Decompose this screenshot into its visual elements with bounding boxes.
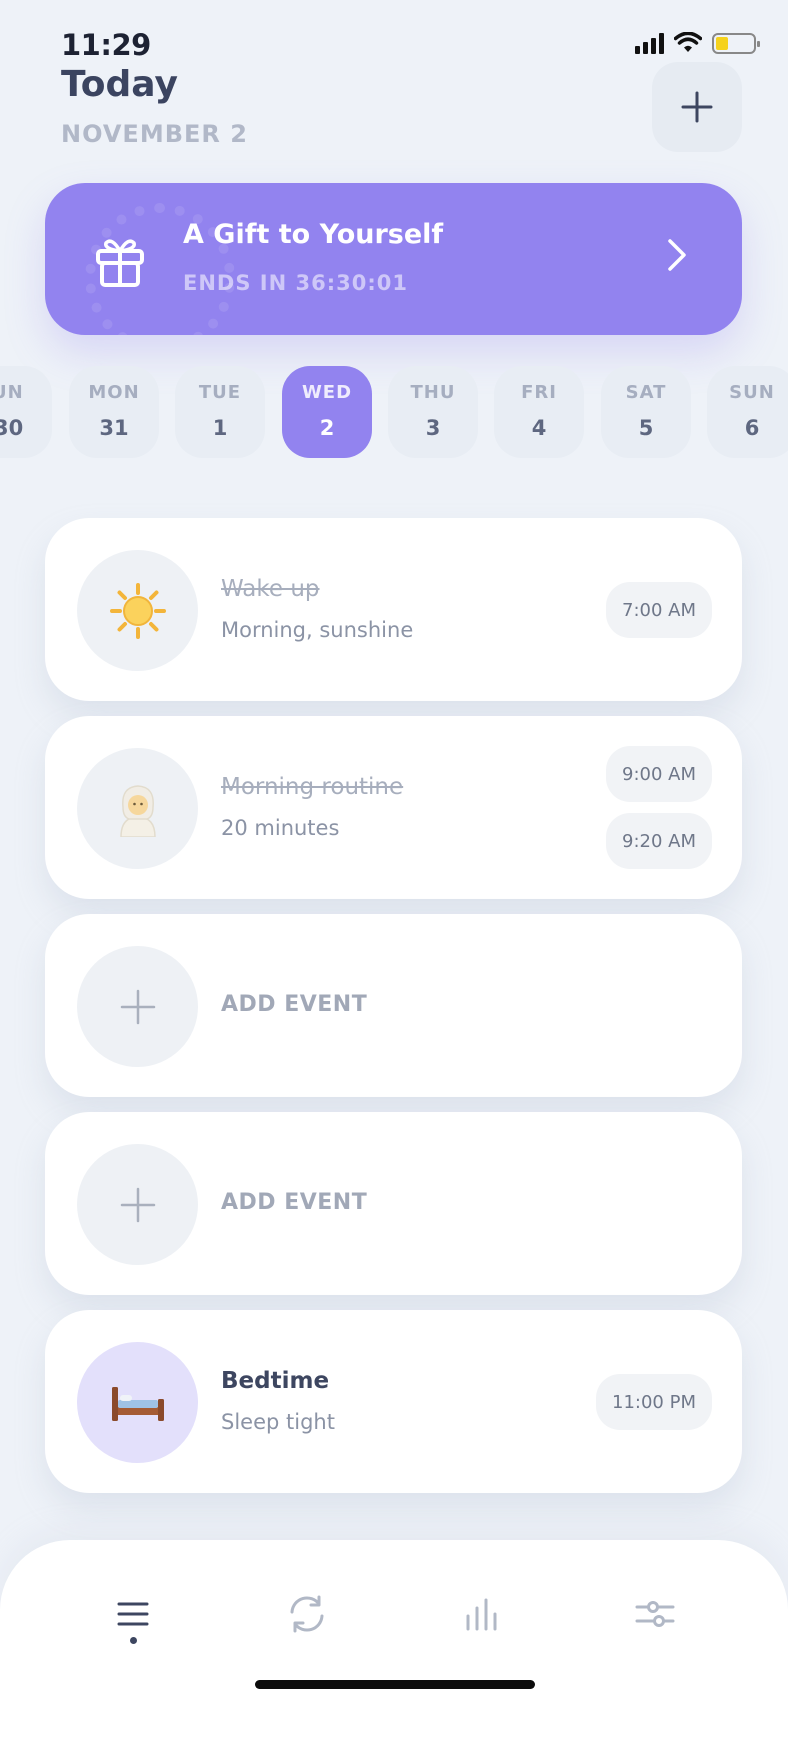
add-event-label: ADD EVENT xyxy=(221,1190,368,1215)
active-nav-indicator xyxy=(130,1637,137,1644)
event-card-morning-routine[interactable]: Morning routine 20 minutes 9:00 AM 9:20 … xyxy=(45,716,742,899)
day-name: TUE xyxy=(198,382,242,403)
add-event-circle xyxy=(77,1144,198,1265)
day-name: UN xyxy=(0,382,24,403)
bed-emoji-icon xyxy=(111,1386,164,1421)
page-title: Today xyxy=(61,64,178,105)
chevron-right-icon xyxy=(668,239,686,271)
day-number: 6 xyxy=(744,416,760,440)
event-subtitle: 20 minutes xyxy=(221,816,340,840)
nav-stats[interactable] xyxy=(451,1584,511,1644)
bar-chart-icon xyxy=(466,1598,497,1631)
day-number: 2 xyxy=(319,416,335,440)
menu-list-icon xyxy=(117,1602,149,1626)
day-number: 1 xyxy=(212,416,228,440)
wifi-icon xyxy=(674,32,702,52)
event-time[interactable]: 11:00 PM xyxy=(596,1374,712,1430)
day-name: SUN xyxy=(729,382,775,403)
add-button[interactable] xyxy=(652,62,742,152)
event-subtitle: Sleep tight xyxy=(221,1410,335,1434)
event-time[interactable]: 7:00 AM xyxy=(606,582,712,638)
event-title: Morning routine xyxy=(221,774,404,800)
event-title: Wake up xyxy=(221,576,320,602)
promo-countdown: ENDS IN 36:30:01 xyxy=(183,271,408,295)
event-card-bedtime[interactable]: Bedtime Sleep tight 11:00 PM xyxy=(45,1310,742,1493)
bottom-nav xyxy=(0,1540,788,1740)
day-number: 4 xyxy=(531,416,547,440)
add-event-card[interactable]: ADD EVENT xyxy=(45,1112,742,1295)
event-icon-circle xyxy=(77,1342,198,1463)
add-event-card[interactable]: ADD EVENT xyxy=(45,914,742,1097)
gift-icon xyxy=(96,239,144,287)
day-pill-sun-6[interactable]: SUN 6 xyxy=(707,366,788,458)
day-number: 30 xyxy=(0,416,24,440)
event-icon-circle xyxy=(77,550,198,671)
day-name: WED xyxy=(301,382,353,403)
home-indicator xyxy=(255,1680,535,1689)
nav-routines[interactable] xyxy=(277,1584,337,1644)
event-card-wake-up[interactable]: Wake up Morning, sunshine 7:00 AM xyxy=(45,518,742,701)
sun-emoji-icon xyxy=(109,582,166,639)
day-name: FRI xyxy=(521,382,557,403)
current-date: NOVEMBER 2 xyxy=(61,120,248,148)
event-subtitle: Morning, sunshine xyxy=(221,618,414,642)
add-event-circle xyxy=(77,946,198,1067)
promo-title: A Gift to Yourself xyxy=(183,219,444,250)
nav-settings[interactable] xyxy=(625,1584,685,1644)
day-pill-tue[interactable]: TUE 1 xyxy=(175,366,265,458)
plus-icon xyxy=(681,91,713,123)
day-name: MON xyxy=(88,382,140,403)
event-icon-circle xyxy=(77,748,198,869)
day-name: THU xyxy=(410,382,456,403)
day-number: 3 xyxy=(425,416,441,440)
event-start-time[interactable]: 9:00 AM xyxy=(606,746,712,802)
day-number: 31 xyxy=(99,416,129,440)
sliders-icon xyxy=(635,1601,675,1627)
plus-icon xyxy=(120,1187,155,1222)
event-title: Bedtime xyxy=(221,1368,330,1394)
day-pill-mon[interactable]: MON 31 xyxy=(69,366,159,458)
person-emoji-icon xyxy=(119,784,156,837)
day-pill-wed-selected[interactable]: WED 2 xyxy=(282,366,372,458)
event-end-time[interactable]: 9:20 AM xyxy=(606,813,712,869)
day-number: 5 xyxy=(638,416,654,440)
battery-icon xyxy=(712,32,760,54)
cellular-signal-icon xyxy=(635,32,664,54)
refresh-icon xyxy=(290,1595,324,1633)
promo-banner[interactable]: A Gift to Yourself ENDS IN 36:30:01 xyxy=(45,183,742,335)
nav-today[interactable] xyxy=(103,1584,163,1644)
plus-icon xyxy=(120,989,155,1024)
status-icons xyxy=(635,32,760,54)
day-pill-sun-30[interactable]: UN 30 xyxy=(0,366,52,458)
day-name: SAT xyxy=(625,382,667,403)
add-event-label: ADD EVENT xyxy=(221,992,368,1017)
status-time: 11:29 xyxy=(61,28,151,62)
day-pill-thu[interactable]: THU 3 xyxy=(388,366,478,458)
day-pill-fri[interactable]: FRI 4 xyxy=(494,366,584,458)
day-pill-sat[interactable]: SAT 5 xyxy=(601,366,691,458)
